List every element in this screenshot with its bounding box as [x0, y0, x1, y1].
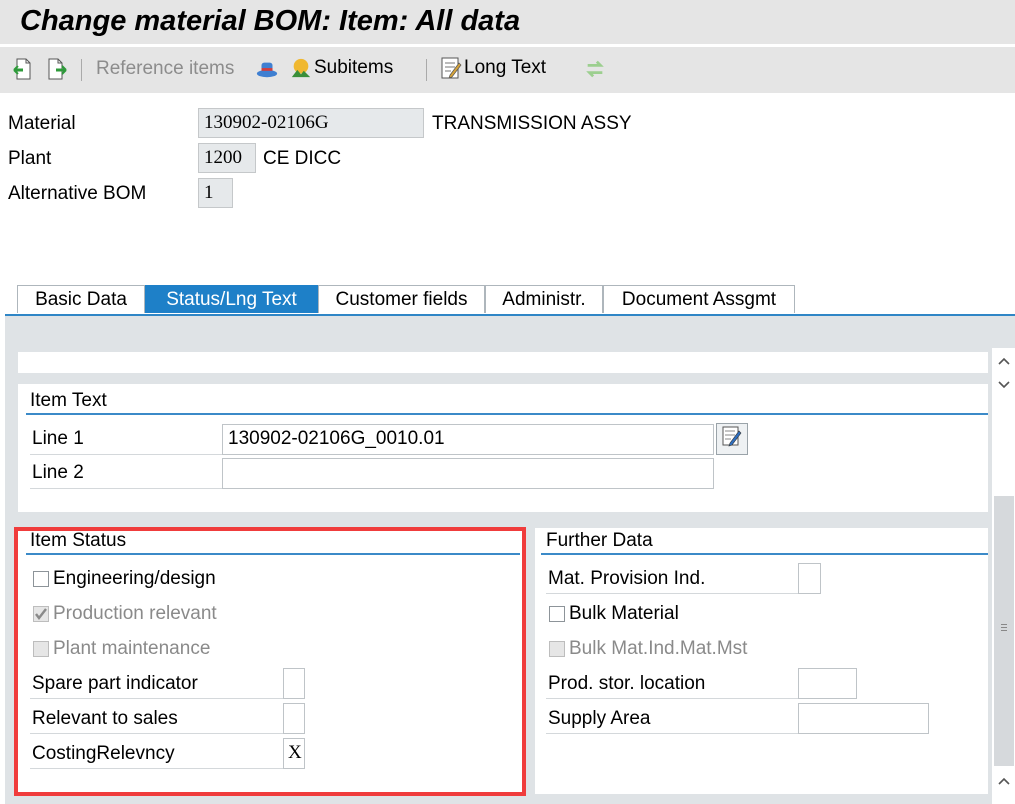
grip-line [1001, 630, 1007, 631]
further-data-title: Further Data [546, 530, 653, 551]
item-text-title: Item Text [30, 390, 107, 411]
line1-label: Line 1 [30, 425, 222, 455]
tab-status-lng-text[interactable]: Status/Lng Text [145, 285, 318, 313]
exchange-icon[interactable] [584, 57, 606, 81]
grip-line [1001, 627, 1007, 628]
scroll-down-arrow-icon[interactable] [992, 374, 1015, 396]
plant-label: Plant [8, 148, 52, 169]
toolbar-separator [426, 59, 427, 81]
tab-customer-fields[interactable]: Customer fields [318, 285, 485, 313]
tab-document-assgmt[interactable]: Document Assgmt [603, 285, 795, 313]
supply-area-field[interactable] [798, 703, 929, 734]
subitems-icon [290, 56, 312, 80]
further-data-rule [541, 553, 988, 555]
plant-field[interactable]: 1200 [198, 143, 256, 173]
plant-description: CE DICC [263, 148, 342, 169]
material-label: Material [8, 113, 76, 134]
material-field[interactable]: 130902-02106G [198, 108, 424, 138]
hat-icon[interactable] [256, 57, 278, 81]
bulk-mat-ind-mat-mst-checkbox[interactable] [549, 641, 565, 657]
scrollbar-thumb[interactable] [994, 496, 1014, 766]
edit-long-text-button[interactable] [716, 423, 748, 455]
next-item-icon[interactable] [46, 57, 68, 81]
bulk-material-label: Bulk Material [569, 603, 679, 624]
tab-administr[interactable]: Administr. [485, 285, 603, 313]
bulk-mat-ind-mat-mst-label: Bulk Mat.Ind.Mat.Mst [569, 638, 748, 659]
toolbar-separator [81, 59, 82, 81]
mat-provision-ind-label: Mat. Provision Ind. [546, 564, 798, 594]
alternative-bom-field[interactable]: 1 [198, 178, 233, 208]
item-text-rule [26, 413, 988, 415]
bulk-material-checkbox[interactable] [549, 606, 565, 622]
scroll-up-arrow-icon[interactable] [992, 350, 1015, 372]
tab-basic-data[interactable]: Basic Data [17, 285, 145, 313]
line2-input[interactable] [222, 458, 714, 489]
prod-stor-location-field[interactable] [798, 668, 857, 699]
reference-items-button[interactable]: Reference items [96, 58, 234, 80]
top-strip [18, 352, 988, 373]
subitems-label: Subitems [314, 57, 394, 78]
long-text-button[interactable]: Long Text [440, 56, 546, 80]
material-description: TRANSMISSION ASSY [432, 113, 632, 134]
edit-text-icon [440, 56, 462, 80]
previous-item-icon[interactable] [12, 57, 34, 81]
page-title: Change material BOM: Item: All data [20, 5, 521, 37]
highlight-box [14, 527, 526, 796]
line1-input[interactable]: 130902-02106G_0010.01 [222, 424, 714, 455]
scroll-up-bottom-arrow-icon[interactable] [992, 770, 1015, 792]
supply-area-label: Supply Area [546, 704, 798, 734]
mat-provision-ind-field[interactable] [798, 563, 821, 594]
alternative-bom-label: Alternative BOM [8, 183, 147, 204]
prod-stor-location-label: Prod. stor. location [546, 669, 798, 699]
line2-label: Line 2 [30, 459, 222, 489]
edit-pencil-icon [721, 425, 743, 453]
grip-line [1001, 624, 1007, 625]
subitems-button[interactable]: Subitems [290, 56, 393, 80]
long-text-label: Long Text [464, 57, 547, 78]
